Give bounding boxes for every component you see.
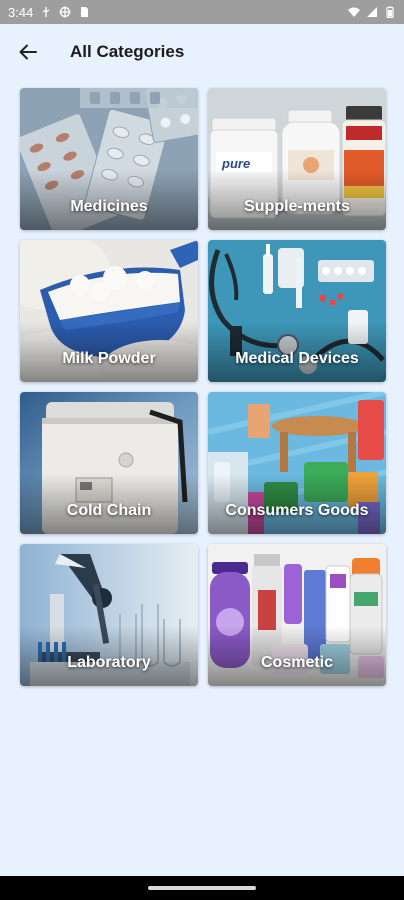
category-label: Consumers Goods: [225, 502, 369, 519]
category-tile-cosmetic[interactable]: Cosmetic: [208, 544, 386, 686]
category-label: Cold Chain: [66, 502, 152, 519]
category-tile-supplements[interactable]: pure Supple-ments: [208, 88, 386, 230]
category-label: Milk Powder: [62, 350, 156, 367]
sim-icon: [81, 7, 89, 17]
category-tile-laboratory[interactable]: Laboratory: [20, 544, 198, 686]
category-grid: Medicines pure Supple-ments Milk Powder …: [20, 88, 386, 686]
category-tile-milk-powder[interactable]: Milk Powder: [20, 240, 198, 382]
system-nav-bar: [0, 876, 404, 900]
target-icon: [59, 6, 71, 18]
app-header: All Categories: [0, 24, 404, 80]
category-label: Medical Devices: [235, 350, 359, 367]
arrow-left-icon: [19, 44, 37, 60]
back-button[interactable]: [0, 24, 56, 80]
category-label: Cosmetic: [260, 654, 334, 671]
usb-icon: [42, 7, 50, 17]
svg-text:pure: pure: [221, 156, 250, 171]
status-time: 3:44: [8, 4, 34, 20]
status-bar: 3:44: [0, 0, 404, 24]
category-tile-medicines[interactable]: Medicines: [20, 88, 198, 230]
category-tile-consumers-goods[interactable]: Consumers Goods: [208, 392, 386, 534]
category-tile-cold-chain[interactable]: Cold Chain: [20, 392, 198, 534]
battery-icon: [386, 6, 394, 18]
signal-icon: [367, 7, 377, 17]
home-indicator[interactable]: [148, 886, 256, 890]
category-label: Medicines: [70, 198, 148, 215]
category-label: Supple-ments: [244, 198, 350, 215]
page-title: All Categories: [70, 42, 185, 61]
category-label: Laboratory: [67, 654, 151, 671]
wifi-icon: [348, 7, 360, 17]
category-tile-medical-devices[interactable]: Medical Devices: [208, 240, 386, 382]
